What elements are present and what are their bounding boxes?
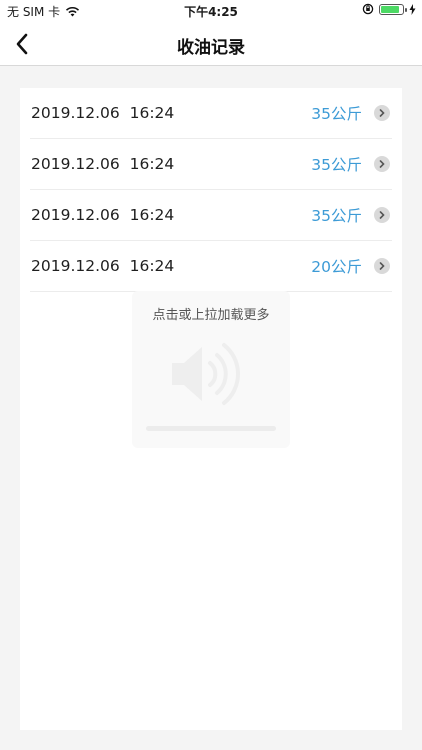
page-title: 收油记录 bbox=[177, 38, 245, 58]
battery-icon bbox=[379, 3, 407, 15]
record-amount: 35公斤 bbox=[311, 207, 362, 225]
status-time: 下午4:25 bbox=[184, 5, 238, 19]
battery-fill bbox=[381, 5, 399, 13]
record-row[interactable]: 2019.12.06 16:24 35公斤 bbox=[30, 88, 392, 139]
chevron-right-icon bbox=[374, 258, 390, 274]
charging-bolt-icon bbox=[409, 3, 416, 15]
load-more-button[interactable]: 点击或上拉加载更多 bbox=[20, 304, 402, 323]
record-datetime: 2019.12.06 16:24 bbox=[31, 104, 175, 122]
record-row[interactable]: 2019.12.06 16:24 35公斤 bbox=[30, 190, 392, 241]
status-bar: 无 SIM 卡 下午4:25 bbox=[0, 0, 422, 22]
speaker-icon bbox=[172, 343, 241, 405]
chevron-right-icon bbox=[374, 207, 390, 223]
record-list: 2019.12.06 16:24 35公斤 2019.12.06 16:24 3… bbox=[20, 88, 402, 292]
record-amount: 20公斤 bbox=[311, 258, 362, 276]
orientation-lock-icon bbox=[362, 3, 374, 15]
chevron-right-icon bbox=[374, 105, 390, 121]
record-datetime: 2019.12.06 16:24 bbox=[31, 155, 175, 173]
record-row[interactable]: 2019.12.06 16:24 35公斤 bbox=[30, 139, 392, 190]
record-datetime: 2019.12.06 16:24 bbox=[31, 257, 175, 275]
status-right bbox=[362, 3, 416, 15]
chevron-right-icon bbox=[374, 156, 390, 172]
record-row[interactable]: 2019.12.06 16:24 20公斤 bbox=[30, 241, 392, 292]
record-amount: 35公斤 bbox=[311, 156, 362, 174]
record-amount: 35公斤 bbox=[311, 105, 362, 123]
loading-progress-bar bbox=[146, 426, 276, 431]
navigation-bar: 收油记录 bbox=[0, 22, 422, 66]
record-datetime: 2019.12.06 16:24 bbox=[31, 206, 175, 224]
records-card: 2019.12.06 16:24 35公斤 2019.12.06 16:24 3… bbox=[20, 88, 402, 730]
